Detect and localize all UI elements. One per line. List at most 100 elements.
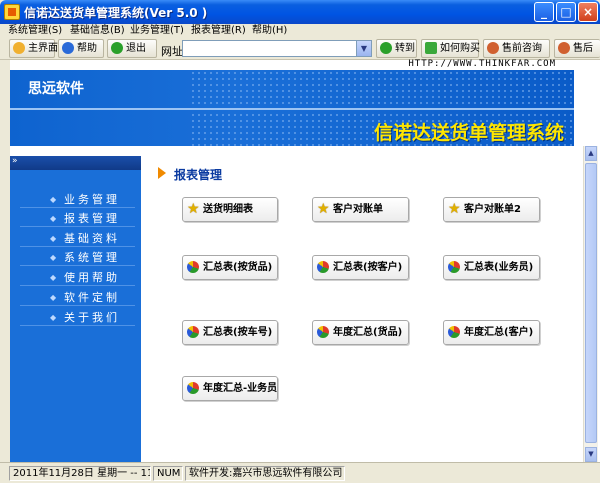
sidebar-item-label: 报表管理 [64,212,120,225]
report-button-label: 年度汇总-业务员 [203,383,278,394]
people-icon [487,42,499,54]
how-to-buy-label: 如何购买 [440,43,480,54]
report-button-label: 客户对账单2 [464,204,521,215]
report-button-label: 汇总表(按客户) [333,262,403,273]
bullet-icon: ◆ [50,273,57,282]
scroll-down-icon[interactable]: ▼ [585,447,597,462]
report-button-label: 汇总表(按车号) [203,327,273,338]
status-numlock: NUM [153,466,183,481]
sidebar-item-system[interactable]: ◆ 系统管理 [20,249,135,266]
exit-icon [111,42,123,54]
report-button-annual-salesman[interactable]: 年度汇总-业务员 [182,376,278,401]
menu-help[interactable]: 帮助(H) [252,24,287,38]
report-button-annual-product[interactable]: 年度汇总(货品) [312,320,409,345]
report-button-label: 汇总表(按货品) [203,262,273,273]
report-button-customer-statement-2[interactable]: ★ 客户对账单2 [443,197,540,222]
report-button-label: 送货明细表 [203,204,253,215]
minimize-button[interactable]: _ [534,2,554,22]
sidebar: » ◆ 业务管理 ◆ 报表管理 ◆ 基础资料 ◆ 系统管理 ◆ 使用帮助 ◆ 软… [10,156,141,462]
menu-basic-info[interactable]: 基础信息(B) [70,24,125,38]
report-button-label: 汇总表(业务员) [464,262,534,273]
exit-button[interactable]: 退出 [107,39,157,58]
website-header: HTTP://WWW.THINKFAR.COM [10,59,574,70]
exit-button-label: 退出 [126,43,146,54]
pie-chart-icon [187,261,199,273]
star-icon: ★ [187,201,200,217]
menu-reports[interactable]: 报表管理(R) [191,24,246,38]
url-input[interactable]: ▼ [182,40,372,57]
bullet-icon: ◆ [50,313,57,322]
how-to-buy-button[interactable]: 如何购买 [421,39,480,58]
home-button-label: 主界面 [28,43,58,54]
bullet-icon: ◆ [50,214,57,223]
star-icon: ★ [448,201,461,217]
sidebar-item-usage-help[interactable]: ◆ 使用帮助 [20,269,135,286]
app-icon [4,4,20,20]
report-button-summary-by-vehicle[interactable]: 汇总表(按车号) [182,320,278,345]
help-button[interactable]: 帮助 [58,39,104,58]
status-bar: 2011年11月28日 星期一 -- 11:26:54 NUM 软件开发:嘉兴市… [0,462,600,483]
goto-button[interactable]: 转到 [376,39,417,58]
sidebar-header[interactable]: » [10,156,141,170]
menu-business[interactable]: 业务管理(T) [130,24,184,38]
goto-button-label: 转到 [395,43,415,54]
cart-icon [425,42,437,54]
home-button[interactable]: 主界面 [9,39,58,58]
menu-bar: 系统管理(S) 基础信息(B) 业务管理(T) 报表管理(R) 帮助(H) [0,24,600,38]
report-button-delivery-detail[interactable]: ★ 送货明细表 [182,197,278,222]
url-label: 网址 [161,45,183,58]
scroll-thumb[interactable] [585,163,597,443]
pie-chart-icon [317,326,329,338]
presale-label: 售前咨询 [502,43,542,54]
sidebar-item-reports[interactable]: ◆ 报表管理 [20,210,135,227]
maximize-button[interactable]: □ [556,2,576,22]
report-button-label: 年度汇总(客户) [464,327,534,338]
aftersale-button[interactable]: 售后 [554,39,600,58]
banner-stripe [10,108,574,110]
sidebar-item-about[interactable]: ◆ 关于我们 [20,309,135,326]
sidebar-item-label: 使用帮助 [64,271,120,284]
pie-chart-icon [187,382,199,394]
sidebar-item-basic-data[interactable]: ◆ 基础资料 [20,230,135,247]
system-title: 信诺达送货单管理系统 [373,122,564,144]
report-button-customer-statement[interactable]: ★ 客户对账单 [312,197,409,222]
star-icon: ★ [317,201,330,217]
collapse-icon[interactable]: » [12,156,18,166]
status-developer: 软件开发:嘉兴市思远软件有限公司 [185,466,345,481]
report-button-summary-by-product[interactable]: 汇总表(按货品) [182,255,278,280]
bullet-icon: ◆ [50,195,57,204]
sidebar-item-label: 业务管理 [64,193,120,206]
report-button-label: 年度汇总(货品) [333,327,403,338]
url-dropdown-icon[interactable]: ▼ [356,41,371,56]
report-button-label: 客户对账单 [333,204,383,215]
bullet-icon: ◆ [50,234,57,243]
report-button-summary-by-customer[interactable]: 汇总表(按客户) [312,255,409,280]
scroll-up-icon[interactable]: ▲ [585,146,597,161]
sidebar-item-custom[interactable]: ◆ 软件定制 [20,289,135,306]
people-icon [558,42,570,54]
pie-chart-icon [448,326,460,338]
bullet-icon: ◆ [50,253,57,262]
help-icon [62,42,74,54]
help-button-label: 帮助 [77,43,97,54]
sidebar-item-business[interactable]: ◆ 业务管理 [20,191,135,208]
section-title: 报表管理 [174,168,223,182]
goto-arrow-icon [380,42,392,54]
banner: 思远软件 信诺达送货单管理系统 [10,70,574,146]
home-icon [13,42,25,54]
website-url: HTTP://WWW.THINKFAR.COM [408,59,556,69]
title-bar: 信诺达送货单管理系统(Ver 5.0 ) _ □ × [0,0,600,24]
section-arrow-icon [158,167,166,179]
sidebar-item-label: 关于我们 [64,311,120,324]
report-button-summary-by-salesman[interactable]: 汇总表(业务员) [443,255,540,280]
window-title: 信诺达送货单管理系统(Ver 5.0 ) [24,6,208,20]
vertical-scrollbar[interactable]: ▲ ▼ [583,146,598,462]
close-button[interactable]: × [578,2,598,22]
report-button-annual-customer[interactable]: 年度汇总(客户) [443,320,540,345]
menu-system[interactable]: 系统管理(S) [8,24,62,38]
sidebar-item-label: 基础资料 [64,232,120,245]
company-name: 思远软件 [28,81,84,97]
pie-chart-icon [317,261,329,273]
status-datetime: 2011年11月28日 星期一 -- 11:26:54 [9,466,151,481]
presale-button[interactable]: 售前咨询 [483,39,550,58]
